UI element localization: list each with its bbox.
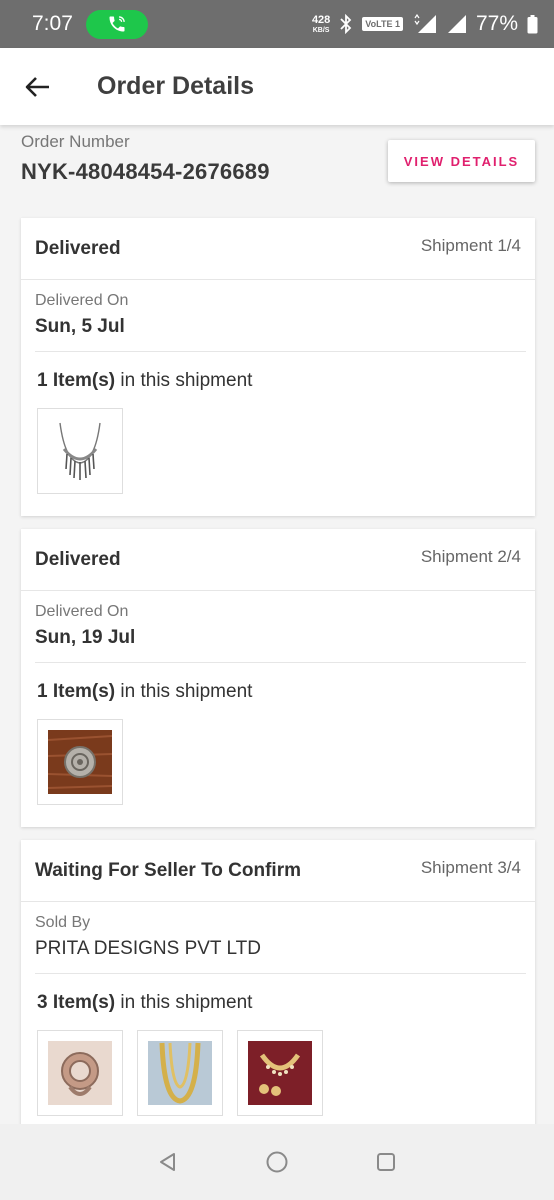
product-thumbnail[interactable] [237,1030,323,1116]
item-thumbnails [21,1014,535,1116]
floral-ring-image [48,1041,112,1105]
items-suffix: in this shipment [115,370,253,391]
delivered-on-date: Sun, 19 Jul [35,627,136,648]
shipment-status: Delivered [35,237,121,259]
shipment-status: Waiting For Seller To Confirm [35,859,301,881]
shipment-info: Delivered On Sun, 19 Jul [35,591,526,663]
nav-recents-square-icon[interactable] [375,1151,397,1173]
sold-by-label: Sold By [35,914,91,931]
order-summary: Order Number NYK-48048454-2676689 VIEW D… [21,132,535,196]
delivered-on-label: Delivered On [35,603,129,620]
network-speed-unit: KB/S [312,26,330,34]
battery-icon [527,14,538,33]
status-indicators: 428 KB/S VoLTE 1 77% [312,12,538,36]
shipment-info: Delivered On Sun, 5 Jul [35,280,526,352]
kundan-choker-set-image [248,1041,312,1105]
items-suffix: in this shipment [115,992,253,1013]
item-thumbnails [21,392,535,494]
shipment-index: Shipment 3/4 [420,858,521,877]
phone-call-icon [109,16,125,32]
items-suffix: in this shipment [115,681,253,702]
shipment-header: Delivered Shipment 1/4 [21,218,535,280]
bluetooth-icon [340,14,352,34]
status-bar: 7:07 428 KB/S VoLTE 1 77% [0,0,554,48]
system-navigation-bar [0,1124,554,1200]
product-thumbnail[interactable] [137,1030,223,1116]
ongoing-call-pill[interactable] [86,9,148,39]
shipment-info: Sold By PRITA DESIGNS PVT LTD [35,902,526,974]
battery-percent: 77% [475,12,518,35]
items-count-line: 3 Item(s) in this shipment [21,974,535,1014]
nav-back-triangle-icon[interactable] [157,1151,179,1173]
items-count: 1 Item(s) [37,681,116,702]
item-thumbnails [21,703,535,805]
shipment-index: Shipment 1/4 [420,236,521,255]
silver-fringe-necklace-image [59,422,101,480]
page-title: Order Details [97,72,255,100]
product-thumbnail[interactable] [37,719,123,805]
network-speed: 428 KB/S [311,13,331,34]
product-thumbnail[interactable] [37,1030,123,1116]
status-time: 7:07 [32,12,73,35]
oxidised-ring-on-wood-image [48,730,112,794]
items-count: 3 Item(s) [37,992,116,1013]
network-speed-value: 428 [311,13,331,26]
shipment-card[interactable]: Delivered Shipment 2/4 Delivered On Sun,… [21,529,535,827]
volte-badge: VoLTE 1 [362,17,403,31]
product-thumbnail[interactable] [37,408,123,494]
cellular-signal-4g-icon [414,14,436,33]
delivered-on-label: Delivered On [35,292,129,309]
shipment-index: Shipment 2/4 [420,547,521,566]
shipment-status: Delivered [35,548,121,570]
app-bar: Order Details [0,48,554,125]
items-count-line: 1 Item(s) in this shipment [21,663,535,703]
delivered-on-date: Sun, 5 Jul [35,316,125,337]
items-count-line: 1 Item(s) in this shipment [21,352,535,392]
back-button[interactable] [10,59,66,115]
items-count: 1 Item(s) [37,370,116,391]
seller-name: PRITA DESIGNS PVT LTD [35,938,261,959]
shipment-header: Delivered Shipment 2/4 [21,529,535,591]
cellular-signal-icon [447,15,466,33]
shipment-card[interactable]: Waiting For Seller To Confirm Shipment 3… [21,840,535,1140]
arrow-left-icon [25,76,49,97]
gold-long-necklace-image [148,1041,212,1105]
shipment-card[interactable]: Delivered Shipment 1/4 Delivered On Sun,… [21,218,535,516]
view-details-button[interactable]: VIEW DETAILS [388,140,535,182]
shipment-header: Waiting For Seller To Confirm Shipment 3… [21,840,535,902]
nav-home-circle-icon[interactable] [265,1150,289,1174]
